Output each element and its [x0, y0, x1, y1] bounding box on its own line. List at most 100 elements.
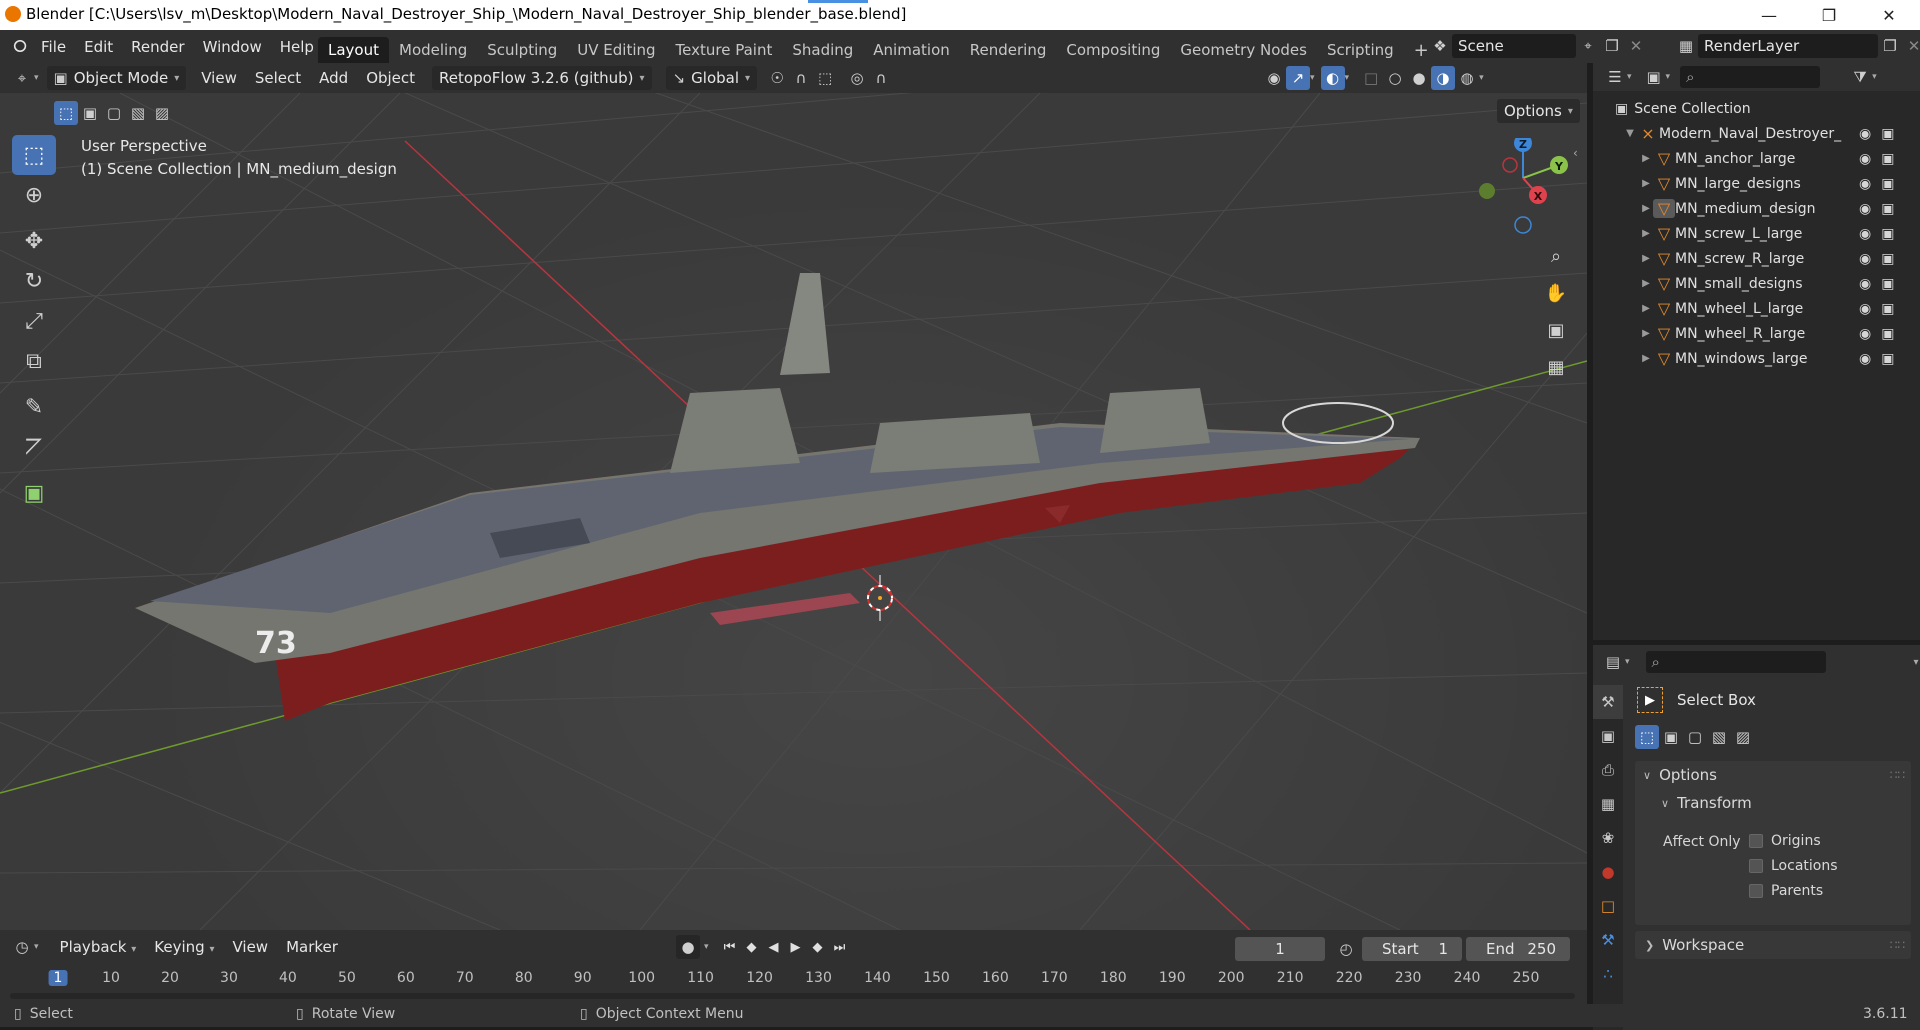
- close-window-button[interactable]: ✕: [1866, 0, 1912, 30]
- frame-tick-label[interactable]: 120: [746, 970, 773, 986]
- outliner-editor-icon[interactable]: ☰: [1603, 65, 1627, 89]
- select-extend-icon[interactable]: ▣: [1659, 725, 1683, 749]
- visibility-icon[interactable]: ◉: [1262, 66, 1286, 90]
- world-tab-icon[interactable]: ●: [1593, 855, 1623, 889]
- drag-handle-icon[interactable]: ∷∷: [1890, 938, 1905, 952]
- scale-tool-icon[interactable]: ⤢: [12, 301, 56, 341]
- render-tab-icon[interactable]: ▣: [1593, 719, 1623, 753]
- frame-tick-label[interactable]: 150: [923, 970, 950, 986]
- select-new-icon[interactable]: ⬚: [54, 101, 78, 125]
- origins-checkbox-row[interactable]: Origins: [1749, 833, 1821, 849]
- select-intersect-icon[interactable]: ▨: [150, 101, 174, 125]
- tab-uv-editing[interactable]: UV Editing: [567, 37, 665, 63]
- navigation-gizmo[interactable]: Z Y X: [1472, 138, 1582, 248]
- outliner-object-row[interactable]: ▶ ▽ MN_screw_L_large ◉ ▣: [1593, 221, 1920, 246]
- select-subtract-icon[interactable]: ▢: [102, 101, 126, 125]
- frame-tick-label[interactable]: 60: [397, 970, 415, 986]
- menu-view[interactable]: View: [192, 69, 246, 87]
- expand-icon[interactable]: ▶: [1639, 153, 1653, 164]
- filter-icon[interactable]: ⧩: [1848, 65, 1872, 89]
- frame-tick-label[interactable]: 30: [220, 970, 238, 986]
- annotate-tool-icon[interactable]: ✎: [12, 387, 56, 427]
- frame-tick-label[interactable]: 140: [864, 970, 891, 986]
- select-subtract-icon[interactable]: ▢: [1683, 725, 1707, 749]
- camera-view-icon[interactable]: ▣: [1539, 313, 1573, 347]
- render-layer-icon[interactable]: ▦: [1674, 34, 1698, 58]
- frame-tick-label[interactable]: 20: [161, 970, 179, 986]
- select-box-tool-icon[interactable]: ⬚: [12, 135, 56, 175]
- tab-scripting[interactable]: Scripting: [1317, 37, 1404, 63]
- new-layer-icon[interactable]: ❐: [1878, 34, 1902, 58]
- chevron-down-icon[interactable]: ▾: [1914, 657, 1919, 668]
- parents-checkbox-row[interactable]: Parents: [1749, 883, 1823, 899]
- frame-tick-label[interactable]: 160: [982, 970, 1009, 986]
- tab-rendering[interactable]: Rendering: [960, 37, 1057, 63]
- add-cube-tool-icon[interactable]: ▣: [12, 473, 56, 513]
- menu-edit[interactable]: Edit: [75, 30, 122, 63]
- render-camera-icon[interactable]: ▣: [1881, 126, 1894, 142]
- display-mode-icon[interactable]: ▣: [1642, 65, 1666, 89]
- scene-tab-icon[interactable]: ❀: [1593, 821, 1623, 855]
- menu-select[interactable]: Select: [246, 69, 310, 87]
- parents-checkbox[interactable]: [1749, 884, 1763, 898]
- scene-collection-row[interactable]: ▣ Scene Collection: [1593, 96, 1920, 121]
- xray-icon[interactable]: □: [1359, 66, 1383, 90]
- object-tab-icon[interactable]: □: [1593, 889, 1623, 923]
- pin-icon[interactable]: ⌖: [1576, 34, 1600, 58]
- frame-tick-label[interactable]: 70: [456, 970, 474, 986]
- snap-target-icon[interactable]: ⬚: [813, 66, 837, 90]
- particles-tab-icon[interactable]: ∴: [1593, 957, 1623, 991]
- frame-tick-label[interactable]: 220: [1336, 970, 1363, 986]
- wireframe-shading-icon[interactable]: ○: [1383, 66, 1407, 90]
- new-scene-icon[interactable]: ❐: [1600, 34, 1624, 58]
- outliner-object-row[interactable]: ▶ ▽ MN_small_designs ◉ ▣: [1593, 271, 1920, 296]
- properties-search-input[interactable]: ⌕: [1645, 651, 1826, 673]
- tab-shading[interactable]: Shading: [782, 37, 863, 63]
- restore-button[interactable]: ❐: [1806, 0, 1852, 30]
- collapse-icon[interactable]: ▼: [1623, 128, 1637, 139]
- menu-file[interactable]: File: [32, 30, 75, 63]
- frame-tick-label[interactable]: 50: [338, 970, 356, 986]
- timeline-scrollbar[interactable]: [10, 993, 1575, 999]
- expand-icon[interactable]: ▶: [1639, 178, 1653, 189]
- tool-tab-icon[interactable]: ⚒: [1593, 685, 1623, 719]
- tab-modeling[interactable]: Modeling: [389, 37, 477, 63]
- proportional-edit-icon[interactable]: ◎: [845, 66, 869, 90]
- render-camera-icon[interactable]: ▣: [1881, 276, 1894, 292]
- select-invert-icon[interactable]: ▧: [1707, 725, 1731, 749]
- orthographic-grid-icon[interactable]: ▦: [1539, 350, 1573, 384]
- render-layer-field[interactable]: RenderLayer: [1698, 34, 1878, 58]
- locations-checkbox[interactable]: [1749, 859, 1763, 873]
- solid-shading-icon[interactable]: ●: [1407, 66, 1431, 90]
- frame-tick-label[interactable]: 250: [1513, 970, 1540, 986]
- locations-checkbox-row[interactable]: Locations: [1749, 858, 1838, 874]
- mode-dropdown[interactable]: ▣ Object Mode ▾: [46, 66, 187, 90]
- properties-editor-icon[interactable]: ▤: [1601, 650, 1625, 674]
- measure-tool-icon[interactable]: ⦢: [12, 427, 56, 467]
- select-extend-icon[interactable]: ▣: [78, 101, 102, 125]
- retopoflow-dropdown[interactable]: RetopoFlow 3.2.6 (github) ▾: [432, 66, 652, 90]
- select-intersect-icon[interactable]: ▨: [1731, 725, 1755, 749]
- frame-tick-label[interactable]: 190: [1159, 970, 1186, 986]
- gizmo-toggle-icon[interactable]: ↗: [1286, 66, 1310, 90]
- menu-render[interactable]: Render: [122, 30, 193, 63]
- tab-compositing[interactable]: Compositing: [1056, 37, 1170, 63]
- outliner-search-input[interactable]: ⌕: [1680, 66, 1821, 88]
- frame-tick-label[interactable]: 200: [1218, 970, 1245, 986]
- falloff-icon[interactable]: ∩: [869, 66, 893, 90]
- frame-tick-label[interactable]: 240: [1454, 970, 1481, 986]
- expand-icon[interactable]: ▶: [1639, 228, 1653, 239]
- outliner-object-row[interactable]: ▶ ▽ MN_wheel_R_large ◉ ▣: [1593, 321, 1920, 346]
- overlays-icon[interactable]: ◐: [1320, 66, 1345, 90]
- render-camera-icon[interactable]: ▣: [1881, 326, 1894, 342]
- collection-row[interactable]: ▼ ⨯ Modern_Naval_Destroyer_ ◉ ▣: [1593, 121, 1920, 146]
- 3d-viewport[interactable]: 73 ⬚ ▣ ▢ ▧ ▨ ⬚ ⊕ ✥ ↻ ⤢ ⧉ ✎ ⦢ ▣ User Pers…: [0, 93, 1587, 930]
- eye-icon[interactable]: ◉: [1859, 126, 1871, 142]
- playhead-frame[interactable]: 1: [48, 970, 68, 986]
- frame-tick-label[interactable]: 10: [102, 970, 120, 986]
- material-shading-icon[interactable]: ◑: [1431, 66, 1456, 90]
- transform-tool-icon[interactable]: ⧉: [12, 341, 56, 381]
- render-camera-icon[interactable]: ▣: [1881, 226, 1894, 242]
- drag-handle-icon[interactable]: ∷∷: [1890, 768, 1905, 782]
- pan-hand-icon[interactable]: ✋: [1539, 276, 1573, 310]
